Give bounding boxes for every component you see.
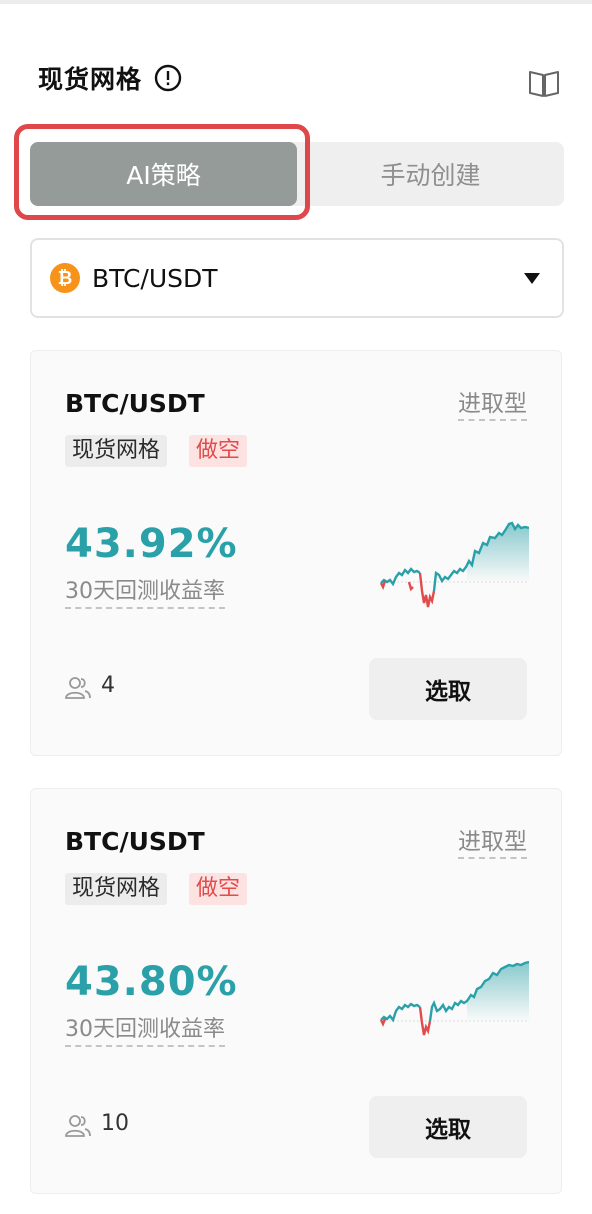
roi-label[interactable]: 30天回测收益率 <box>65 1015 225 1047</box>
card-pair: BTC/USDT <box>65 827 205 856</box>
tag-short: 做空 <box>189 873 248 905</box>
users-icon <box>65 677 91 699</box>
user-count: 10 <box>101 1111 129 1136</box>
tag-short: 做空 <box>189 435 248 467</box>
sparkline-chart <box>379 960 529 1036</box>
user-count: 4 <box>101 673 115 698</box>
risk-level[interactable]: 进取型 <box>458 389 527 421</box>
select-button[interactable]: 选取 <box>369 658 527 720</box>
info-icon[interactable] <box>154 64 182 92</box>
caret-down-icon <box>524 273 540 284</box>
roi-label[interactable]: 30天回测收益率 <box>65 577 225 609</box>
sparkline-chart <box>379 521 529 608</box>
page-title: 现货网格 <box>38 65 143 94</box>
select-button[interactable]: 选取 <box>369 1096 527 1158</box>
top-divider <box>0 0 592 4</box>
strategy-card: BTC/USDT 进取型 现货网格 做空 43.92% 30天回测收益率 4 选… <box>30 350 562 756</box>
page-header: 现货网格 <box>38 60 182 96</box>
roi-value: 43.80% <box>65 959 238 1005</box>
risk-level[interactable]: 进取型 <box>458 827 527 859</box>
selected-pair: BTC/USDT <box>92 263 218 293</box>
tab-manual-create[interactable]: 手动创建 <box>297 142 564 206</box>
highlight-annotation <box>14 124 310 220</box>
strategy-card: BTC/USDT 进取型 现货网格 做空 43.80% 30天回测收益率 10 … <box>30 788 562 1194</box>
tag-spot-grid: 现货网格 <box>65 435 168 467</box>
card-pair: BTC/USDT <box>65 389 205 418</box>
bitcoin-icon: ₿ <box>50 263 80 293</box>
tag-spot-grid: 现货网格 <box>65 873 168 905</box>
users-icon <box>65 1115 91 1137</box>
pair-selector[interactable]: ₿ BTC/USDT <box>30 238 564 318</box>
roi-value: 43.92% <box>65 521 238 567</box>
book-icon[interactable] <box>527 67 561 99</box>
